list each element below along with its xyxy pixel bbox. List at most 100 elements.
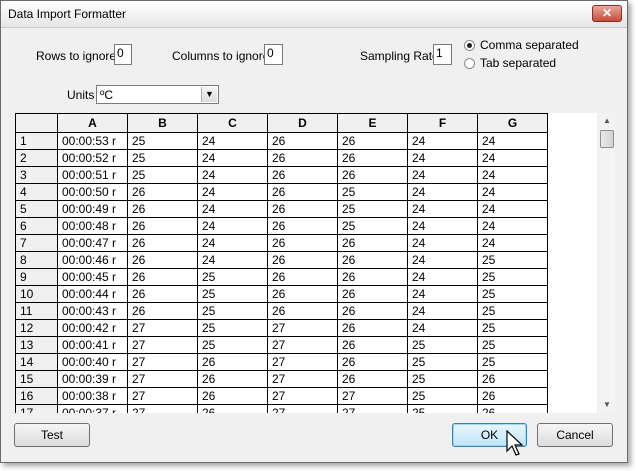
table-cell[interactable]: 26 bbox=[267, 251, 338, 269]
table-cell[interactable]: 24 bbox=[407, 234, 478, 252]
table-cell[interactable]: 26 bbox=[477, 387, 548, 405]
table-cell[interactable]: 26 bbox=[337, 370, 408, 388]
row-header-cell[interactable]: 12 bbox=[15, 319, 58, 337]
table-cell[interactable]: 25 bbox=[407, 387, 478, 405]
table-cell[interactable]: 26 bbox=[337, 149, 408, 167]
row-header-cell[interactable]: 10 bbox=[15, 285, 58, 303]
table-cell[interactable]: 26 bbox=[267, 183, 338, 201]
table-cell[interactable]: 24 bbox=[197, 217, 268, 235]
row-header-cell[interactable]: 2 bbox=[15, 149, 58, 167]
table-cell[interactable]: 00:00:40 r bbox=[57, 353, 128, 371]
table-cell[interactable]: 26 bbox=[127, 251, 198, 269]
table-cell[interactable]: 27 bbox=[267, 404, 338, 413]
table-cell[interactable]: 25 bbox=[127, 132, 198, 150]
row-header-cell[interactable]: 3 bbox=[15, 166, 58, 184]
table-cell[interactable]: 25 bbox=[477, 251, 548, 269]
column-header-c[interactable]: C bbox=[197, 113, 268, 133]
column-header-b[interactable]: B bbox=[127, 113, 198, 133]
cancel-button[interactable]: Cancel bbox=[537, 423, 613, 447]
table-cell[interactable]: 24 bbox=[197, 200, 268, 218]
table-cell[interactable]: 26 bbox=[127, 183, 198, 201]
table-cell[interactable]: 25 bbox=[197, 285, 268, 303]
table-cell[interactable]: 26 bbox=[337, 302, 408, 320]
scrollbar-thumb[interactable] bbox=[600, 130, 614, 148]
table-cell[interactable]: 26 bbox=[267, 149, 338, 167]
table-cell[interactable]: 25 bbox=[477, 302, 548, 320]
table-cell[interactable]: 24 bbox=[477, 217, 548, 235]
row-header-cell[interactable]: 8 bbox=[15, 251, 58, 269]
table-cell[interactable]: 27 bbox=[267, 387, 338, 405]
table-cell[interactable]: 26 bbox=[197, 353, 268, 371]
table-cell[interactable]: 26 bbox=[337, 166, 408, 184]
table-cell[interactable]: 25 bbox=[477, 319, 548, 337]
row-header-cell[interactable]: 4 bbox=[15, 183, 58, 201]
table-cell[interactable]: 26 bbox=[267, 132, 338, 150]
row-header-cell[interactable]: 9 bbox=[15, 268, 58, 286]
table-cell[interactable]: 26 bbox=[197, 404, 268, 413]
comma-separated-radio[interactable] bbox=[464, 40, 475, 51]
table-cell[interactable]: 24 bbox=[197, 183, 268, 201]
table-cell[interactable]: 26 bbox=[127, 234, 198, 252]
column-header-a[interactable]: A bbox=[57, 113, 128, 133]
row-header-cell[interactable]: 1 bbox=[15, 132, 58, 150]
row-header-cell[interactable]: 17 bbox=[15, 404, 58, 413]
table-cell[interactable]: 00:00:38 r bbox=[57, 387, 128, 405]
table-cell[interactable]: 25 bbox=[477, 336, 548, 354]
table-cell[interactable]: 24 bbox=[407, 319, 478, 337]
table-cell[interactable]: 26 bbox=[337, 251, 408, 269]
table-cell[interactable]: 26 bbox=[127, 200, 198, 218]
table-cell[interactable]: 26 bbox=[267, 234, 338, 252]
table-cell[interactable]: 25 bbox=[197, 319, 268, 337]
columns-to-ignore-input[interactable]: 0 bbox=[264, 44, 283, 65]
test-button[interactable]: Test bbox=[14, 423, 90, 447]
table-cell[interactable]: 26 bbox=[267, 268, 338, 286]
row-header-cell[interactable]: 11 bbox=[15, 302, 58, 320]
row-header-cell[interactable]: 14 bbox=[15, 353, 58, 371]
table-cell[interactable]: 25 bbox=[477, 353, 548, 371]
table-cell[interactable]: 24 bbox=[407, 285, 478, 303]
table-cell[interactable]: 00:00:53 r bbox=[57, 132, 128, 150]
table-cell[interactable]: 25 bbox=[337, 183, 408, 201]
table-cell[interactable]: 27 bbox=[267, 370, 338, 388]
table-cell[interactable]: 26 bbox=[337, 319, 408, 337]
table-cell[interactable]: 24 bbox=[477, 132, 548, 150]
table-cell[interactable]: 25 bbox=[197, 336, 268, 354]
table-cell[interactable]: 26 bbox=[197, 387, 268, 405]
table-cell[interactable]: 00:00:44 r bbox=[57, 285, 128, 303]
table-cell[interactable]: 26 bbox=[267, 285, 338, 303]
table-cell[interactable]: 24 bbox=[197, 132, 268, 150]
table-cell[interactable]: 24 bbox=[407, 149, 478, 167]
units-select[interactable]: ºC ▼ bbox=[96, 85, 219, 104]
row-header-cell[interactable]: 16 bbox=[15, 387, 58, 405]
table-cell[interactable]: 24 bbox=[477, 166, 548, 184]
table-cell[interactable]: 24 bbox=[407, 268, 478, 286]
table-cell[interactable]: 24 bbox=[197, 234, 268, 252]
table-cell[interactable]: 24 bbox=[197, 166, 268, 184]
tab-separated-label[interactable]: Tab separated bbox=[480, 56, 556, 70]
table-cell[interactable]: 27 bbox=[127, 319, 198, 337]
table-cell[interactable]: 24 bbox=[477, 200, 548, 218]
row-header-cell[interactable]: 15 bbox=[15, 370, 58, 388]
table-cell[interactable]: 26 bbox=[127, 217, 198, 235]
table-cell[interactable]: 26 bbox=[127, 302, 198, 320]
table-cell[interactable]: 27 bbox=[267, 336, 338, 354]
table-cell[interactable]: 27 bbox=[127, 404, 198, 413]
table-cell[interactable]: 25 bbox=[407, 336, 478, 354]
table-cell[interactable]: 25 bbox=[127, 166, 198, 184]
title-bar[interactable]: Data Import Formatter ✕ bbox=[1, 1, 627, 28]
table-cell[interactable]: 24 bbox=[407, 200, 478, 218]
table-cell[interactable]: 26 bbox=[127, 268, 198, 286]
table-cell[interactable]: 00:00:41 r bbox=[57, 336, 128, 354]
column-header-g[interactable]: G bbox=[477, 113, 548, 133]
table-cell[interactable]: 00:00:48 r bbox=[57, 217, 128, 235]
table-cell[interactable]: 25 bbox=[337, 200, 408, 218]
table-cell[interactable]: 00:00:49 r bbox=[57, 200, 128, 218]
vertical-scrollbar[interactable]: ▲ ▼ bbox=[599, 113, 615, 413]
scroll-down-arrow-icon[interactable]: ▼ bbox=[599, 397, 615, 413]
column-header-e[interactable]: E bbox=[337, 113, 408, 133]
table-cell[interactable]: 26 bbox=[267, 200, 338, 218]
table-cell[interactable]: 00:00:39 r bbox=[57, 370, 128, 388]
row-header-cell[interactable]: 13 bbox=[15, 336, 58, 354]
rows-to-ignore-input[interactable]: 0 bbox=[114, 44, 132, 65]
table-cell[interactable]: 25 bbox=[197, 302, 268, 320]
